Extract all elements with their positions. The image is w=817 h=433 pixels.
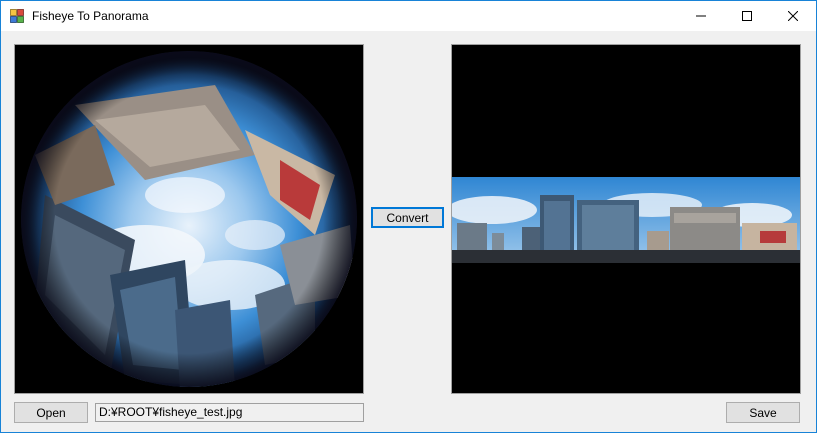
file-path-field[interactable]: D:¥ROOT¥fisheye_test.jpg	[95, 403, 364, 422]
minimize-icon	[696, 15, 706, 17]
panorama-image	[452, 45, 800, 393]
convert-button[interactable]: Convert	[371, 207, 444, 228]
close-button[interactable]	[770, 1, 816, 31]
close-icon	[788, 11, 798, 21]
open-button[interactable]: Open	[14, 402, 88, 423]
minimize-button[interactable]	[678, 1, 724, 31]
fisheye-image-box	[14, 44, 364, 394]
maximize-button[interactable]	[724, 1, 770, 31]
fisheye-image	[15, 45, 363, 393]
maximize-icon	[742, 11, 752, 21]
panorama-image-box	[451, 44, 801, 394]
app-icon	[10, 9, 24, 23]
save-button[interactable]: Save	[726, 402, 800, 423]
title-bar[interactable]: Fisheye To Panorama	[1, 1, 816, 31]
main-window: Fisheye To Panorama Convert Open D:¥ROOT…	[0, 0, 817, 433]
window-title: Fisheye To Panorama	[32, 9, 149, 23]
